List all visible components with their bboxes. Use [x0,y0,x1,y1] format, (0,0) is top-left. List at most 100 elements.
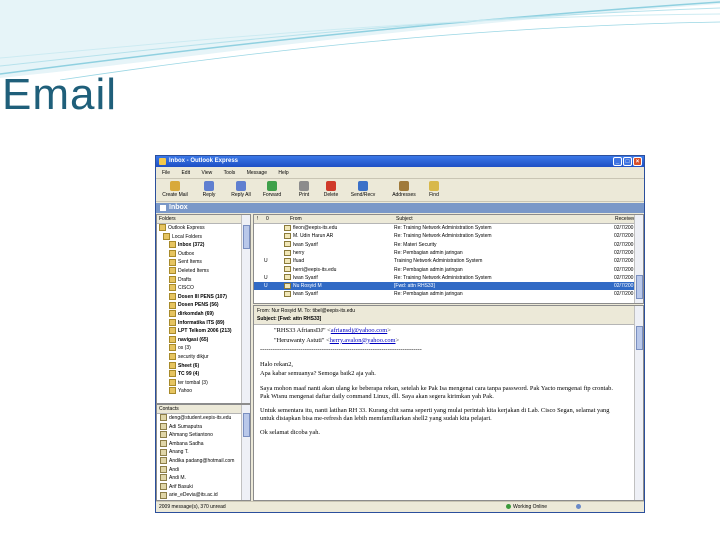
folders-scrollbar[interactable] [241,215,250,403]
folder-item[interactable]: CISCO [157,284,250,293]
folder-item[interactable]: Deleted Items [157,267,250,276]
contact-item[interactable]: Ambana Sadha [157,439,250,449]
toolbar: Create Mail Reply Reply All Forward Prin… [156,179,644,202]
folder-item[interactable]: Local Folders [157,232,250,242]
window-titlebar[interactable]: Inbox - Outlook Express _ □ × [156,156,644,167]
message-subject: Re: Training Network Administration Syst… [394,274,492,281]
contact-item[interactable]: Arif Basuki [157,482,250,492]
folder-item[interactable]: Outlook Express [157,224,250,233]
contacts-scrollbar[interactable] [241,405,250,500]
contact-item[interactable]: deng@student.eepis-its.edu [157,414,250,423]
message-row[interactable]: Iwan Syarif Re: Materi Security 02/7/200 [254,241,643,249]
folder-icon [169,267,176,275]
message-row[interactable]: herri@eepis-its.edu Re: Pembagian admin j… [254,266,643,274]
folder-item[interactable]: dirkomdah (69) [157,310,250,319]
message-row[interactable]: U Iwan Syarif Re: Training Network Adminis… [254,274,643,282]
menu-help[interactable]: Help [278,170,288,176]
delete-label: Delete [323,192,339,198]
folder-item[interactable]: Sent Items [157,258,250,267]
contact-label: Adi Sumaputra [169,423,203,430]
folder-item[interactable]: os (3) [157,344,250,353]
envelope-icon [284,291,291,298]
col-from-header[interactable]: From [290,215,302,223]
folder-item[interactable]: Informatika ITS (89) [157,318,250,328]
contact-item[interactable]: Andi M. [157,474,250,483]
create-mail-button[interactable]: Create Mail [160,181,190,198]
folder-label: navigasi (65) [178,336,209,343]
folder-item[interactable]: Dosen III PENS (107) [157,292,250,302]
contact-item[interactable]: Andika padang@hotmail.com [157,457,250,466]
inbox-section-bar: Inbox [156,203,644,213]
menu-file[interactable]: File [162,170,170,176]
message-from: Iwan Syarif [293,241,318,248]
message-row[interactable]: herry Re: Pembagian admin jaringan 02/7/20… [254,249,643,257]
message-list-scrollbar[interactable] [634,215,643,303]
reply-button[interactable]: Reply [194,181,224,198]
addresses-button[interactable]: Addresses [389,181,419,198]
close-button[interactable]: × [633,157,642,166]
outlook-express-window: Inbox - Outlook Express _ □ × File Edit Vi… [155,155,645,513]
send-receive-button[interactable]: Send/Recv [348,181,378,198]
contact-item[interactable]: arie_eDevia@its.ac.id [157,491,250,500]
menu-edit[interactable]: Edit [181,170,190,176]
print-label: Print [298,192,310,198]
maximize-button[interactable]: □ [623,157,632,166]
contact-card-icon [160,465,167,473]
create-mail-label: Create Mail [162,192,188,198]
message-row[interactable]: fleon@eepis-its.edu Re: Training Network … [254,224,643,232]
minimize-button[interactable]: _ [613,157,622,166]
scroll-thumb[interactable] [636,275,643,299]
folder-label: Sent Items [178,259,202,266]
folder-item[interactable]: Outbox [157,249,250,259]
contact-item[interactable]: Adi Sumaputra [157,422,250,432]
message-row[interactable]: U Ifuad Training Network Administration Sy… [254,257,643,265]
folder-item[interactable]: Inbox (372) [157,241,250,250]
slide-title: Email [2,70,118,119]
message-row-selected[interactable]: U Nu Rosyid M [Fwd: attn RHS33] 02/7/200 [254,282,643,291]
recipient-email-link[interactable]: afriansdj@yahoo.com [331,327,387,334]
folder-label: os (3) [178,345,191,352]
message-row[interactable]: M. Udin Harun AR Re: Training Network Adm… [254,232,643,240]
scroll-thumb[interactable] [636,326,643,350]
menu-tools[interactable]: Tools [224,170,236,176]
folder-label: Outbox [178,250,195,257]
print-button[interactable]: Print [289,181,319,198]
folder-item[interactable]: ter tombal (3) [157,378,250,388]
folder-item[interactable]: Drafts [157,275,250,285]
message-from: herri@eepis-its.edu [293,266,337,273]
message-list-header: ! 0 From Subject Received [254,215,643,224]
folder-item[interactable]: Yahoo [157,387,250,396]
contact-item[interactable]: Ahmang Setiantono [157,431,250,440]
recipient-email-link[interactable]: herry.avalon@yahoo.com [330,337,396,344]
folder-item[interactable]: navigasi (65) [157,335,250,345]
folder-item[interactable]: security dikjur [157,353,250,362]
folder-icon [169,292,176,300]
contacts-header: Contacts [157,405,250,414]
envelope-icon [284,232,291,239]
folder-item[interactable]: TC 99 (4) [157,370,250,379]
contact-card-icon [160,439,167,447]
folder-item[interactable]: Sheet (6) [157,361,250,371]
col-subject-header[interactable]: Subject [396,215,413,223]
col-flag-header[interactable]: 0 [266,215,269,223]
preview-scrollbar[interactable] [634,306,643,500]
separator-line: ----------------------------------------… [260,346,422,354]
menu-view[interactable]: View [201,170,212,176]
menu-message[interactable]: Message [247,170,267,176]
delete-button[interactable]: Delete [316,181,346,198]
message-row[interactable]: Iwan Syarif Re: Pembagian admin jaringan 0… [254,290,643,298]
contact-item[interactable]: Andi [157,465,250,475]
contacts-pane: Contacts deng@student.eepis-its.edu Adi … [156,404,251,501]
contact-item[interactable]: Anang T. [157,448,250,457]
scroll-thumb[interactable] [243,225,250,249]
folder-item[interactable]: Dosen PENS (56) [157,301,250,310]
col-attach-header[interactable]: ! [257,215,258,223]
find-button[interactable]: Find [419,181,449,198]
col-received-header[interactable]: Received [615,215,636,223]
forward-button[interactable]: Forward [257,181,287,198]
reply-all-button[interactable]: Reply All [226,181,256,198]
scroll-thumb[interactable] [243,413,250,437]
folder-label: Local Folders [172,233,203,240]
folder-item[interactable]: LPT Telkom 2006 (213) [157,327,250,336]
folder-label: LPT Telkom 2006 (213) [178,328,232,335]
